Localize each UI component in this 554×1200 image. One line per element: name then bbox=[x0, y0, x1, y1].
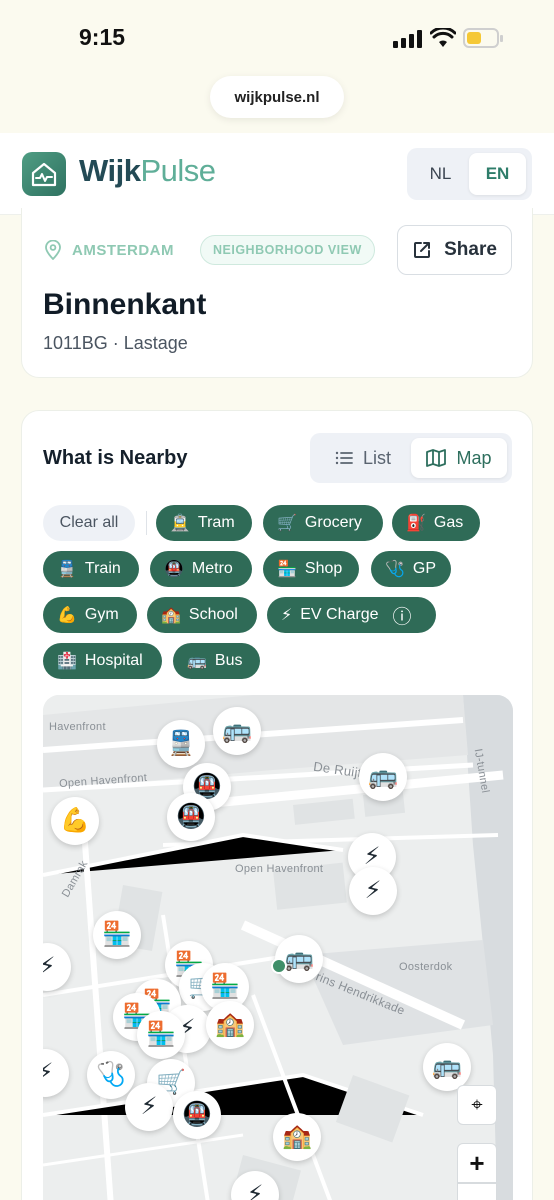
filter-chip-school[interactable]: 🏫 School bbox=[147, 597, 257, 633]
filter-chip-gas[interactable]: ⛽ Gas bbox=[392, 505, 480, 541]
filter-chip-grocery[interactable]: 🛒 Grocery bbox=[263, 505, 383, 541]
map-marker-bus[interactable]: 🚌 bbox=[213, 707, 261, 755]
tram-icon: 🚊 bbox=[170, 515, 190, 532]
grocery-cart-icon: 🛒 bbox=[277, 515, 297, 532]
chip-label: GP bbox=[412, 560, 437, 577]
chip-divider bbox=[146, 511, 147, 535]
map-marker-bus-2[interactable]: 🚌 bbox=[359, 753, 407, 801]
wifi-icon bbox=[430, 28, 456, 47]
filter-chip-gym[interactable]: 💪 Gym bbox=[43, 597, 137, 633]
chip-label: EV Charge bbox=[300, 606, 379, 623]
location-subtitle: 1011BG · Lastage bbox=[43, 333, 188, 353]
logo-house-icon[interactable] bbox=[22, 152, 66, 196]
hospital-icon: 🏥 bbox=[57, 653, 77, 670]
view-toggle: List Map bbox=[310, 433, 512, 483]
map-label-oosterdok: Oosterdok bbox=[399, 961, 453, 973]
zoom-in-button[interactable]: + bbox=[457, 1143, 497, 1183]
map-marker-shop[interactable]: 🏪 bbox=[93, 911, 141, 959]
map-icon bbox=[426, 449, 447, 467]
info-icon[interactable]: ⓘ bbox=[393, 602, 412, 629]
nearby-title: What is Nearby bbox=[43, 447, 188, 469]
map-marker-gym[interactable]: 💪 bbox=[51, 797, 99, 845]
zoom-out-button[interactable]: − bbox=[457, 1183, 497, 1200]
shop-icon: 🏪 bbox=[277, 561, 297, 578]
language-nl-button[interactable]: NL bbox=[412, 153, 469, 195]
lightning-icon: ⚡ bbox=[281, 607, 293, 624]
current-location-marker bbox=[271, 958, 287, 974]
filter-chip-ev-charge[interactable]: ⚡ EV Charge ⓘ bbox=[267, 597, 436, 633]
status-time: 9:15 bbox=[79, 24, 126, 50]
battery-icon bbox=[463, 28, 503, 48]
list-view-label: List bbox=[362, 447, 391, 468]
map-marker-school-2[interactable]: 🏫 bbox=[273, 1113, 321, 1161]
filter-chip-tram[interactable]: 🚊 Tram bbox=[156, 505, 252, 541]
map-view-label: Map bbox=[456, 447, 492, 468]
location-title: Binnenkant bbox=[43, 288, 207, 321]
nearby-card: What is Nearby List Map Clear all 🚊 Tram … bbox=[21, 410, 533, 1200]
map-marker-train[interactable]: 🚆 bbox=[157, 720, 205, 768]
chip-label: Shop bbox=[304, 560, 343, 577]
locate-me-button[interactable]: ⌖ bbox=[457, 1085, 497, 1125]
filter-chip-train[interactable]: 🚆 Train bbox=[43, 551, 139, 587]
map-marker-gp[interactable]: 🩺 bbox=[87, 1051, 135, 1099]
chip-label: Train bbox=[84, 560, 121, 577]
chip-label: Bus bbox=[214, 652, 243, 669]
clear-all-button[interactable]: Clear all bbox=[43, 505, 135, 541]
train-icon: 🚆 bbox=[57, 561, 77, 578]
location-city: AMSTERDAM bbox=[44, 240, 174, 260]
chip-label: Gym bbox=[84, 606, 119, 623]
flexed-bicep-icon: 💪 bbox=[57, 607, 77, 624]
map-pin-icon bbox=[45, 240, 61, 260]
map-label-open-havenfront-2: Open Havenfront bbox=[235, 863, 324, 875]
filter-chip-metro[interactable]: 🚇 Metro bbox=[150, 551, 252, 587]
url-bar[interactable]: wijkpulse.nl bbox=[210, 76, 344, 118]
share-icon bbox=[414, 242, 431, 258]
list-icon bbox=[335, 451, 353, 465]
filter-chip-shop[interactable]: 🏪 Shop bbox=[263, 551, 359, 587]
language-switch: NL EN bbox=[407, 148, 532, 200]
metro-icon: 🚇 bbox=[164, 561, 184, 578]
city-label: AMSTERDAM bbox=[72, 241, 174, 259]
brand-logo[interactable]: WijkPulse bbox=[79, 153, 216, 189]
filter-chip-hospital[interactable]: 🏥 Hospital bbox=[43, 643, 162, 679]
nearby-map[interactable]: Havenfront Open Havenfront De Ruijterkad… bbox=[43, 695, 513, 1200]
school-icon: 🏫 bbox=[161, 607, 181, 624]
status-bar: 9:15 bbox=[0, 0, 554, 76]
list-view-button[interactable]: List bbox=[315, 438, 411, 478]
map-marker-shop-6[interactable]: 🏪 bbox=[137, 1011, 185, 1059]
chip-label: Gas bbox=[433, 514, 464, 531]
stethoscope-icon: 🩺 bbox=[385, 561, 405, 578]
map-view-button[interactable]: Map bbox=[411, 438, 507, 478]
chip-label: School bbox=[188, 606, 238, 623]
language-en-button[interactable]: EN bbox=[469, 153, 526, 195]
map-marker-ev-6[interactable]: ⚡ bbox=[125, 1083, 173, 1131]
share-button[interactable]: Share bbox=[397, 225, 512, 275]
map-marker-metro-3[interactable]: 🚇 bbox=[173, 1091, 221, 1139]
filter-chip-bus[interactable]: 🚌 Bus bbox=[173, 643, 260, 679]
cellular-signal-icon bbox=[393, 30, 423, 48]
brand-name-part2: Pulse bbox=[140, 153, 216, 188]
chip-label: Metro bbox=[191, 560, 233, 577]
brand-name-part1: Wijk bbox=[79, 153, 141, 188]
chip-label: Grocery bbox=[304, 514, 362, 531]
bus-icon: 🚌 bbox=[187, 653, 207, 670]
filter-chip-gp[interactable]: 🩺 GP bbox=[371, 551, 451, 587]
map-marker-metro-2[interactable]: 🚇 bbox=[167, 793, 215, 841]
fuel-pump-icon: ⛽ bbox=[406, 515, 426, 532]
map-label-havenfront: Havenfront bbox=[49, 721, 106, 733]
location-card: AMSTERDAM NEIGHBORHOOD VIEW Share Binnen… bbox=[21, 208, 533, 378]
share-label: Share bbox=[444, 239, 497, 260]
map-marker-school[interactable]: 🏫 bbox=[206, 1001, 254, 1049]
map-marker-ev-2[interactable]: ⚡ bbox=[349, 867, 397, 915]
neighborhood-view-badge: NEIGHBORHOOD VIEW bbox=[200, 235, 375, 265]
map-marker-bus-4[interactable]: 🚌 bbox=[423, 1043, 471, 1091]
chip-label: Hospital bbox=[84, 652, 143, 669]
chip-label: Tram bbox=[197, 514, 235, 531]
